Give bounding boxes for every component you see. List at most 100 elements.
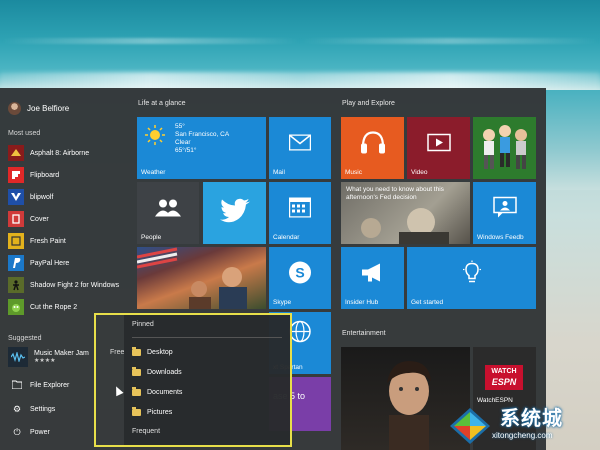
user-account[interactable]: Joe Belfiore [8,100,69,116]
people-tile[interactable]: People [137,182,199,244]
espn-logo-bottom: ESPN [491,377,517,387]
app-label: Fresh Paint [30,237,66,245]
tile-label: Weather [141,169,166,176]
app-label: Flipboard [30,171,60,179]
app-blipwolf[interactable]: blipwolf [8,188,53,206]
tile-label: Music [345,169,362,176]
app-paypal[interactable]: PayPal Here [8,254,69,272]
jump-item-desktop[interactable]: Desktop [132,345,173,359]
calendar-icon [288,197,312,222]
suggested-app[interactable]: Music Maker Jam ★★★★ [8,347,89,367]
tile-label: Get started [411,299,444,306]
svg-text:S: S [295,264,304,280]
video-icon [426,133,451,156]
group-play-and-explore: Play and Explore [342,100,395,107]
app-fresh-paint[interactable]: Fresh Paint [8,232,66,250]
settings-label: Settings [30,405,56,413]
watermark-title: 系统城 [500,408,563,430]
power-button[interactable]: ⏻ Power [12,425,50,439]
weather-city: San Francisco, CA [175,131,230,138]
wave [0,38,600,44]
watermark: 系统城 xitongcheng.com [446,400,600,450]
windows-feedback-tile[interactable]: Windows Feedb [473,182,536,244]
twitter-tile[interactable] [203,182,266,244]
news-headline: What you need to know about this afterno… [346,186,444,201]
app-label: Shadow Fight 2 for Windows [30,281,120,289]
folder-icon [132,346,141,356]
blipwolf-icon [8,189,24,205]
app-cover[interactable]: Cover [8,210,49,228]
flipboard-icon [8,167,24,183]
weather-tile[interactable]: 55° San Francisco, CA Clear 65°/51° Weat… [137,117,266,179]
tile-label: Calendar [273,234,300,241]
mail-icon [288,134,312,155]
video-tile[interactable]: Video [407,117,470,179]
cover-icon [8,211,24,227]
app-flipboard[interactable]: Flipboard [8,166,59,184]
app-label: Cover [30,215,49,223]
espn-logo: WATCH ESPN [485,365,523,390]
settings-button[interactable]: ⚙ Settings [12,402,55,416]
weather-condition: Clear [175,139,191,146]
skype-icon: S [288,260,312,289]
gear-icon: ⚙ [12,403,22,414]
lightbulb-icon [462,260,482,289]
rating-stars: ★★★★ [34,358,56,364]
weather-range: 65°/51° [175,147,197,154]
file-explorer-label: File Explorer [30,381,70,389]
avatars-image [483,125,527,169]
folder-icon [132,366,141,376]
jump-item-pictures[interactable]: Pictures [132,405,172,419]
app-cut-the-rope[interactable]: Cut the Rope 2 [8,298,77,316]
app-shadow-fight[interactable]: Shadow Fight 2 for Windows [8,276,119,294]
pinned-jump-list-highlight: Pinned Desktop Downloads Documents Pictu… [94,313,292,447]
app-asphalt[interactable]: Asphalt 8: Airborne [8,144,89,162]
get-started-tile[interactable]: Get started [407,247,536,309]
tile-label: People [141,234,162,241]
tile-label: Insider Hub [345,299,379,306]
power-label: Power [30,428,50,436]
power-icon: ⏻ [13,426,21,437]
paypal-icon [8,255,24,271]
photo-image [137,247,247,309]
file-explorer-button[interactable]: File Explorer [11,378,70,392]
mail-tile[interactable]: Mail [269,117,331,179]
music-maker-jam-icon [8,347,28,367]
tile-label: Skype [273,299,292,306]
jump-item-label: Documents [147,388,183,396]
jump-item-downloads[interactable]: Downloads [132,365,182,379]
insider-hub-tile[interactable]: Insider Hub [341,247,404,309]
headphones-icon [360,130,386,159]
watermark-url: xitongcheng.com [492,431,553,440]
app-label: Cut the Rope 2 [30,303,78,311]
frequent-label: Frequent [132,428,161,435]
shadow-fight-icon [8,277,24,293]
photos-tile[interactable] [137,247,266,309]
news-tile[interactable]: What you need to know about this afterno… [341,182,470,244]
most-used-label: Most used [8,130,41,137]
watermark-logo-icon [450,408,490,444]
xbox-avatars-tile[interactable] [473,117,536,179]
avatar [8,101,21,115]
group-life-at-a-glance: Life at a glance [138,100,186,107]
jump-item-documents[interactable]: Documents [132,385,182,399]
twitter-bird-icon [219,198,250,228]
jump-item-label: Pictures [147,408,173,416]
megaphone-icon [360,262,386,287]
weather-temp: 55° [175,123,185,130]
folder-icon [132,406,141,416]
calendar-tile[interactable]: Calendar [269,182,331,244]
music-tile[interactable]: Music [341,117,404,179]
espn-logo-top: WATCH [491,368,517,375]
feedback-icon [492,196,517,223]
weather-details: 55° San Francisco, CA Clear 65°/51° [175,123,229,155]
sun-icon [145,125,165,150]
suggested-app-name: Music Maker Jam [34,350,89,357]
group-entertainment: Entertainment [342,330,386,337]
people-icon [155,198,181,221]
tile-label: Video [411,169,428,176]
folder-icon [11,380,23,391]
folder-icon [132,386,141,396]
skype-tile[interactable]: S Skype [269,247,331,309]
jump-item-label: Desktop [147,348,173,356]
